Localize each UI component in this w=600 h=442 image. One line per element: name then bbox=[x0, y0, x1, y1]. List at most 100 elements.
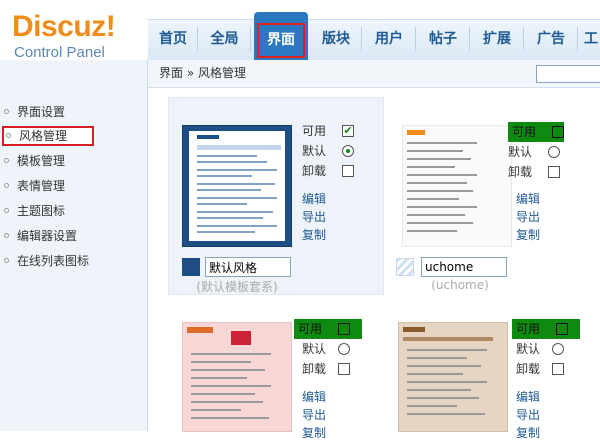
option-label: 卸载 bbox=[302, 164, 327, 178]
style-preview-thumbnail[interactable] bbox=[402, 125, 512, 247]
sidebar-item-template-management[interactable]: 模板管理 bbox=[4, 151, 65, 171]
thumbnail-logo bbox=[187, 327, 213, 333]
thumbnail-line bbox=[407, 222, 473, 224]
thumbnail-line bbox=[197, 155, 257, 157]
style-name-input[interactable] bbox=[205, 257, 291, 277]
thumbnail-line bbox=[191, 353, 271, 355]
thumbnail-logo bbox=[407, 130, 425, 135]
nav-tab-label: 首页 bbox=[159, 31, 187, 47]
option-available: 可用 bbox=[508, 122, 564, 142]
style-preview-thumbnail[interactable] bbox=[182, 322, 292, 432]
bullet-icon bbox=[4, 233, 9, 238]
thumbnail-line bbox=[407, 357, 467, 359]
copy-link[interactable]: 复制 bbox=[302, 226, 326, 244]
nav-tab-interface[interactable]: 界面 bbox=[254, 12, 308, 60]
default-radio[interactable] bbox=[342, 145, 354, 157]
style-card-uchome: 可用 默认 卸载 编辑 导出 复制 (uchome) bbox=[396, 97, 600, 297]
nav-tab-tools[interactable]: 工 bbox=[578, 19, 600, 60]
style-color-swatch[interactable] bbox=[396, 258, 414, 276]
available-checkbox[interactable] bbox=[556, 323, 568, 335]
available-checkbox[interactable]: ✔ bbox=[342, 125, 354, 137]
default-radio[interactable] bbox=[338, 343, 350, 355]
nav-tab-ads[interactable]: 广告 bbox=[524, 19, 578, 60]
nav-tab-forums[interactable]: 版块 bbox=[310, 19, 362, 60]
thumbnail-line bbox=[197, 161, 267, 163]
nav-tab-extensions[interactable]: 扩展 bbox=[470, 19, 524, 60]
nav-tab-label: 帖子 bbox=[429, 31, 457, 47]
thumbnail-line bbox=[407, 381, 487, 383]
option-available: 可用 ✔ bbox=[302, 121, 374, 141]
style-preview-thumbnail[interactable] bbox=[182, 125, 292, 247]
option-label: 卸载 bbox=[508, 165, 533, 179]
nav-tab-users[interactable]: 用户 bbox=[362, 19, 416, 60]
thumbnail-line bbox=[191, 361, 251, 363]
thumbnail-line bbox=[197, 203, 247, 205]
sidebar: 界面设置 风格管理 模板管理 表情管理 主题图标 编辑器设置 在线列表图标 bbox=[0, 60, 148, 431]
sidebar-item-label: 编辑器设置 bbox=[17, 229, 78, 243]
thumbnail-line bbox=[197, 175, 252, 177]
uninstall-checkbox[interactable] bbox=[552, 363, 564, 375]
thumbnail-line bbox=[191, 409, 241, 411]
subheader: 界面 » 风格管理 bbox=[148, 60, 600, 88]
thumbnail-line bbox=[407, 158, 471, 160]
copy-link[interactable]: 复制 bbox=[516, 424, 540, 442]
nav-tab-posts[interactable]: 帖子 bbox=[416, 19, 470, 60]
sidebar-item-label: 模板管理 bbox=[17, 154, 66, 168]
style-options: 可用 ✔ 默认 卸载 bbox=[302, 121, 374, 181]
thumbnail-decoration bbox=[231, 331, 251, 345]
uninstall-checkbox[interactable] bbox=[548, 166, 560, 178]
sidebar-item-online-list-icons[interactable]: 在线列表图标 bbox=[4, 251, 89, 271]
copy-link[interactable]: 复制 bbox=[516, 226, 540, 244]
option-label: 默认 bbox=[516, 342, 541, 356]
available-checkbox[interactable] bbox=[552, 126, 564, 138]
nav-tab-label: 全局 bbox=[210, 31, 239, 47]
option-label: 默认 bbox=[302, 342, 327, 356]
export-link[interactable]: 导出 bbox=[302, 406, 326, 424]
style-name-input[interactable] bbox=[421, 257, 507, 277]
thumbnail-line bbox=[407, 190, 473, 192]
sidebar-item-style-management[interactable]: 风格管理 bbox=[2, 126, 94, 146]
option-label: 可用 bbox=[512, 125, 537, 139]
style-actions: 编辑 导出 复制 bbox=[516, 190, 540, 244]
thumbnail-line bbox=[407, 198, 459, 200]
uninstall-checkbox[interactable] bbox=[342, 165, 354, 177]
default-radio[interactable] bbox=[552, 343, 564, 355]
search-input[interactable] bbox=[536, 65, 600, 83]
copy-link[interactable]: 复制 bbox=[302, 424, 326, 442]
export-link[interactable]: 导出 bbox=[302, 208, 326, 226]
sidebar-item-interface-settings[interactable]: 界面设置 bbox=[4, 102, 65, 122]
export-link[interactable]: 导出 bbox=[516, 208, 540, 226]
thumbnail-page bbox=[189, 131, 285, 241]
style-actions: 编辑 导出 复制 bbox=[516, 388, 540, 442]
option-label: 卸载 bbox=[516, 362, 541, 376]
edit-link[interactable]: 编辑 bbox=[516, 388, 540, 406]
style-card-3: 可用 默认 卸载 编辑 导出 复制 bbox=[168, 310, 384, 440]
header: Discuz! Control Panel 首页 全局 界面 版块 用户 帖子 … bbox=[0, 0, 600, 62]
default-radio[interactable] bbox=[548, 146, 560, 158]
thumbnail-line bbox=[197, 189, 261, 191]
option-label: 可用 bbox=[516, 322, 541, 336]
thumbnail-line bbox=[191, 385, 271, 387]
nav-tab-home[interactable]: 首页 bbox=[148, 19, 198, 60]
export-link[interactable]: 导出 bbox=[516, 406, 540, 424]
option-available: 可用 bbox=[512, 319, 580, 339]
edit-link[interactable]: 编辑 bbox=[516, 190, 540, 208]
available-checkbox[interactable] bbox=[338, 323, 350, 335]
sidebar-item-editor-settings[interactable]: 编辑器设置 bbox=[4, 226, 77, 246]
thumbnail-line bbox=[407, 413, 485, 415]
logo[interactable]: Discuz! Control Panel bbox=[12, 12, 132, 62]
option-default: 默认 bbox=[302, 141, 374, 161]
sidebar-item-smilies[interactable]: 表情管理 bbox=[4, 176, 65, 196]
thumbnail-line bbox=[191, 369, 265, 371]
logo-brand: Discuz! bbox=[12, 10, 116, 43]
sidebar-item-label: 风格管理 bbox=[19, 129, 68, 143]
uninstall-checkbox[interactable] bbox=[338, 363, 350, 375]
edit-link[interactable]: 编辑 bbox=[302, 388, 326, 406]
style-preview-thumbnail[interactable] bbox=[398, 322, 508, 432]
nav-tab-global[interactable]: 全局 bbox=[198, 19, 251, 60]
nav-tab-label: 版块 bbox=[322, 31, 350, 47]
style-color-swatch[interactable] bbox=[182, 258, 200, 276]
thumbnail-line bbox=[407, 150, 463, 152]
edit-link[interactable]: 编辑 bbox=[302, 190, 326, 208]
sidebar-item-thread-icons[interactable]: 主题图标 bbox=[4, 201, 65, 221]
